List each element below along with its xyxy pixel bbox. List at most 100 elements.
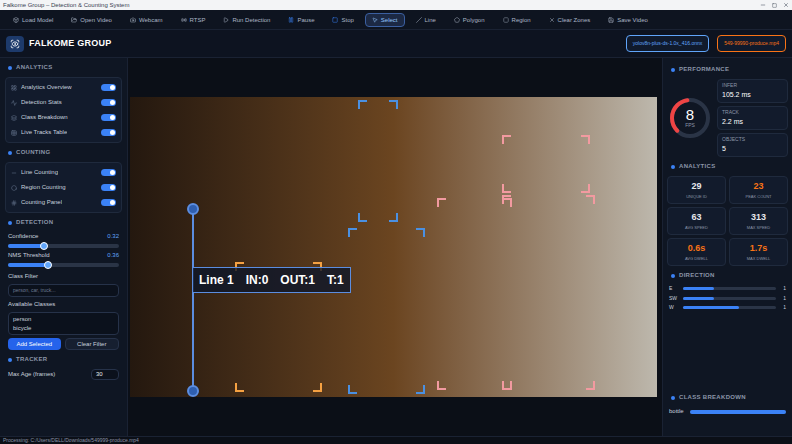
toolbar-button[interactable]: Region — [496, 13, 538, 27]
option-icon — [11, 100, 17, 106]
section-title: COUNTING — [0, 145, 127, 160]
option-icon — [11, 130, 17, 136]
direction-row: E1 — [669, 285, 786, 293]
toolbar-button[interactable]: Polygon — [447, 13, 492, 27]
toolbar-button[interactable]: Save Video — [601, 13, 655, 27]
direction-row: SW1 — [669, 295, 786, 303]
toggle-row[interactable]: Line Counting — [11, 165, 116, 180]
toolbar-button[interactable]: Run Detection — [216, 13, 277, 27]
left-sidebar: ANALYTICS Analytics OverviewDetection Sta… — [0, 58, 128, 436]
tool-icon — [13, 17, 19, 23]
tool-icon — [181, 17, 187, 23]
toggle-switch[interactable] — [101, 129, 116, 136]
toggle-row[interactable]: Class Breakdown — [11, 110, 116, 125]
title-bar: Falkome Group – Detection & Counting Sys… — [0, 0, 792, 10]
toolbar-button[interactable]: Open Video — [64, 13, 119, 27]
toggle-row[interactable]: Region Counting — [11, 180, 116, 195]
app-window: Falkome Group – Detection & Counting Sys… — [0, 0, 792, 444]
section-dot-icon — [671, 396, 675, 400]
toggle-switch[interactable] — [101, 99, 116, 106]
toggle-switch[interactable] — [101, 169, 116, 176]
counting-line[interactable] — [192, 208, 194, 392]
toggle-row[interactable]: Analytics Overview — [11, 80, 116, 95]
tool-icon — [416, 17, 422, 23]
class-filter-input[interactable]: person, car, truck... — [8, 284, 119, 297]
toggle-row[interactable]: Detection Stats — [11, 95, 116, 110]
tool-icon — [454, 17, 460, 23]
detection-box — [502, 195, 595, 390]
tool-icon — [130, 17, 136, 23]
section-title: ANALYTICS — [0, 60, 127, 75]
tool-icon — [503, 17, 509, 23]
window-title: Falkome Group – Detection & Counting Sys… — [3, 2, 129, 8]
line-handle-icon[interactable] — [187, 203, 199, 215]
class-list[interactable]: person bicycle — [8, 312, 119, 335]
section-dot-icon — [8, 66, 12, 70]
slider-value: 0.32 — [107, 232, 119, 241]
detection-box — [348, 228, 425, 394]
analytics-card: 23PEAK COUNT — [729, 176, 788, 204]
line-handle-icon[interactable] — [187, 385, 199, 397]
maximize-icon[interactable] — [772, 3, 777, 8]
class-item[interactable]: bicycle — [13, 325, 114, 331]
option-icon — [11, 200, 17, 206]
detection-box — [502, 135, 590, 193]
section-dot-icon — [671, 165, 675, 169]
toolbar: Load Model Open Video Webcam RTSPRun Detect… — [0, 10, 792, 30]
analytics-card: 0.6sAVG DWELL — [667, 238, 726, 266]
section-dot-icon — [671, 274, 675, 278]
slider-row: NMS Threshold0.36 — [8, 251, 119, 267]
option-icon — [11, 115, 17, 121]
tool-icon — [288, 17, 294, 23]
filter-button[interactable]: Add Selected — [8, 338, 61, 350]
direction-row: W1 — [669, 304, 786, 312]
section-title: ANALYTICS — [663, 159, 792, 174]
option-icon — [11, 185, 17, 191]
close-icon[interactable] — [783, 2, 789, 8]
toggle-group: Analytics OverviewDetection StatsClass B… — [5, 77, 122, 143]
tool-icon — [223, 17, 229, 23]
filter-button[interactable]: Clear Filter — [65, 338, 120, 350]
option-icon — [11, 170, 17, 176]
analytics-card: 29UNIQUE ID — [667, 176, 726, 204]
toolbar-button[interactable]: Select — [365, 13, 405, 27]
toggle-switch[interactable] — [101, 84, 116, 91]
section-dot-icon — [8, 221, 12, 225]
section-title: DETECTION — [0, 215, 127, 230]
toggle-switch[interactable] — [101, 199, 116, 206]
toolbar-button[interactable]: Pause — [281, 13, 321, 27]
toggle-group: Line CountingRegion CountingCounting Pan… — [5, 162, 122, 213]
detection-box — [437, 198, 512, 390]
section-dot-icon — [8, 151, 12, 155]
slider[interactable] — [8, 263, 119, 267]
analytics-card: 63AVG SPEED — [667, 207, 726, 235]
toolbar-button[interactable]: Line — [409, 13, 443, 27]
section-dot-icon — [8, 358, 12, 362]
section-title: PERFORMANCE — [663, 62, 792, 77]
class-item[interactable]: person — [13, 316, 114, 322]
tool-icon — [608, 17, 614, 23]
toolbar-button[interactable]: RTSP — [174, 13, 213, 27]
minimize-icon[interactable] — [760, 2, 766, 8]
toolbar-button[interactable]: Stop — [325, 13, 360, 27]
tool-icon — [372, 17, 378, 23]
option-icon — [11, 85, 17, 91]
section-title: CLASS BREAKDOWN — [663, 390, 792, 405]
perf-stat: INFER105.2 ms — [717, 79, 788, 103]
toolbar-button[interactable]: Load Model — [6, 13, 60, 27]
tool-icon — [71, 17, 77, 23]
toggle-row[interactable]: Counting Panel — [11, 195, 116, 210]
toggle-switch[interactable] — [101, 114, 116, 121]
toolbar-button[interactable]: Webcam — [123, 13, 170, 27]
toolbar-button[interactable]: Clear Zones — [542, 13, 598, 27]
tool-icon — [549, 17, 555, 23]
video-frame: Line 1IN:0OUT:1T:1 — [130, 97, 657, 397]
toggle-row[interactable]: Live Tracks Table — [11, 125, 116, 140]
slider[interactable] — [8, 244, 119, 248]
fps-gauge: 8FPS — [667, 95, 713, 141]
section-dot-icon — [671, 68, 675, 72]
max-age-input[interactable]: 30 — [91, 369, 119, 380]
line-label: Line 1IN:0OUT:1T:1 — [192, 267, 351, 293]
right-panel: PERFORMANCE8FPSINFER105.2 msTRACK2.2 msO… — [662, 58, 792, 436]
toggle-switch[interactable] — [101, 184, 116, 191]
